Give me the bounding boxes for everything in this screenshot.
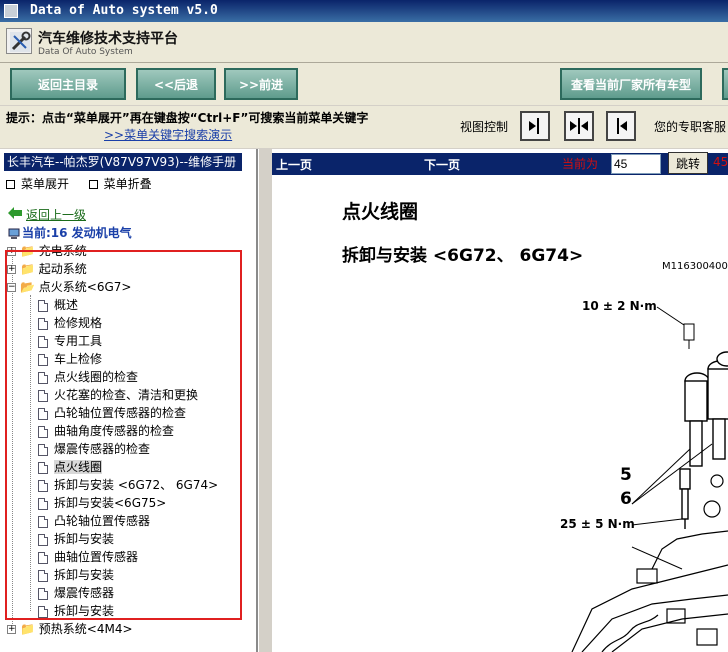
computer-icon (8, 228, 20, 239)
brand-subtitle: Data Of Auto System (38, 47, 133, 57)
current-section: 当前:16 发动机电气 (8, 224, 132, 241)
document-icon (38, 353, 48, 366)
green-back-arrow-icon (8, 207, 22, 219)
folder-starting[interactable]: + 📁 起动系统 (7, 260, 87, 278)
document-icon (38, 587, 48, 600)
document-icon (38, 425, 48, 438)
menu-collapse-link[interactable]: 菜单折叠 (104, 177, 152, 191)
document-icon (38, 443, 48, 456)
back-button[interactable]: <<后退 (136, 68, 216, 100)
open-folder-icon: 📂 (20, 280, 35, 294)
folder-icon: 📁 (20, 262, 35, 276)
home-button[interactable]: 返回主目录 (10, 68, 126, 100)
document-icon (38, 407, 48, 420)
tree-item[interactable]: 曲轴位置传感器 (38, 548, 138, 566)
tree-item[interactable]: 凸轮轴位置传感器的检查 (38, 404, 186, 422)
document-icon (38, 335, 48, 348)
prev-page-link[interactable]: 上一页 (276, 156, 312, 173)
document-icon (38, 515, 48, 528)
overflow-button[interactable] (722, 68, 728, 100)
brand-title: 汽车维修技术支持平台 (38, 31, 178, 47)
expand-plus-icon[interactable]: + (7, 625, 16, 634)
window-title-bar: Data of Auto system v5.0 (0, 0, 728, 22)
tree-item[interactable]: 拆卸与安装<6G75> (38, 494, 166, 512)
current-page-label: 当前为 (562, 157, 599, 171)
total-pages: 45 (713, 155, 728, 169)
document-icon (38, 551, 48, 564)
tree-item[interactable]: 爆震传感器的检查 (38, 440, 150, 458)
back-up-link[interactable]: 返回上一级 (8, 206, 86, 223)
collapse-square-icon (88, 180, 98, 189)
tree-item[interactable]: 车上检修 (38, 350, 102, 368)
tree-item[interactable]: 凸轮轴位置传感器 (38, 512, 150, 530)
tree-item[interactable]: 拆卸与安装 <6G72、 6G74> (38, 476, 218, 494)
forward-button[interactable]: >>前进 (224, 68, 298, 100)
tree-item[interactable]: 检修规格 (38, 314, 102, 332)
view-expand-left-button[interactable] (606, 111, 636, 141)
view-control-label: 视图控制 (460, 120, 509, 134)
menu-tree-pane: 长丰汽车--帕杰罗(V87V97V93)--维修手册 菜单展开 菜单折叠 返回上… (0, 149, 258, 652)
expand-plus-icon[interactable]: + (7, 247, 16, 256)
torque-top-label: 10 ± 2 N·m (582, 299, 657, 313)
page-title: 点火线圈 (342, 201, 419, 223)
menu-expand-link[interactable]: 菜单展开 (21, 177, 69, 191)
folder-icon: 📁 (20, 244, 35, 258)
arrow-left-icon (617, 118, 627, 134)
app-icon (4, 4, 18, 18)
document-icon (38, 371, 48, 384)
folder-icon: 📁 (20, 622, 35, 636)
document-icon (38, 605, 48, 618)
search-demo-link[interactable]: >>菜单关键字搜索演示 (104, 126, 232, 143)
main-toolbar: 返回主目录 <<后退 >>前进 查看当前厂家所有车型 (0, 63, 728, 105)
page-subtitle: 拆卸与安装 <6G72、 6G74> (342, 246, 584, 266)
callout-6: 6 (620, 489, 632, 509)
search-tip: 提示：点击“菜单展开”再在键盘按“Ctrl+F”可搜索当前菜单关键字 (6, 111, 369, 125)
torque-bottom-label: 25 ± 5 N·m (560, 517, 635, 531)
tree-item[interactable]: 曲轴角度传感器的检查 (38, 422, 174, 440)
wrench-logo-icon (6, 28, 32, 54)
folder-preheat[interactable]: + 📁 预热系统<4M4> (7, 620, 133, 638)
tree-item[interactable]: 火花塞的检查、清洁和更换 (38, 386, 198, 404)
document-icon (38, 389, 48, 402)
tree-item[interactable]: 拆卸与安装 (38, 566, 114, 584)
tree-item[interactable]: 拆卸与安装 (38, 602, 114, 620)
document-icon (38, 317, 48, 330)
next-page-link[interactable]: 下一页 (424, 156, 460, 173)
pane-splitter[interactable] (258, 149, 271, 652)
tree-item[interactable]: 概述 (38, 296, 78, 314)
brand-bar: 汽车维修技术支持平台 Data Of Auto System (0, 22, 728, 63)
expand-plus-icon[interactable]: + (7, 265, 16, 274)
folder-charging[interactable]: + 📁 充电系统 (7, 242, 87, 260)
jump-button[interactable]: 跳转 (668, 152, 708, 174)
menu-controls: 菜单展开 菜单折叠 (6, 175, 152, 192)
split-arrows-icon (570, 118, 588, 134)
collapse-minus-icon[interactable]: − (7, 283, 16, 292)
tree-item[interactable]: 点火线圈的检查 (38, 368, 138, 386)
callout-5: 5 (620, 465, 632, 485)
all-models-button[interactable]: 查看当前厂家所有车型 (560, 68, 702, 100)
page-number-input[interactable] (611, 154, 661, 174)
document-icon (38, 299, 48, 312)
document-icon (38, 497, 48, 510)
document-icon (38, 569, 48, 582)
folder-ignition[interactable]: − 📂 点火系统<6G7> (7, 278, 131, 296)
tree-item[interactable]: 拆卸与安装 (38, 530, 114, 548)
document-icon (38, 461, 48, 474)
customer-service-text: 您的专职客服 (654, 120, 727, 134)
manual-header: 长丰汽车--帕杰罗(V87V97V93)--维修手册 (4, 153, 242, 171)
document-icon (38, 479, 48, 492)
arrow-right-icon (529, 118, 539, 134)
ignition-coil-diagram (571, 306, 728, 652)
expand-square-icon (6, 180, 15, 189)
view-expand-right-button[interactable] (520, 111, 550, 141)
tip-bar: 提示：点击“菜单展开”再在键盘按“Ctrl+F”可搜索当前菜单关键字 >>菜单关… (0, 106, 728, 148)
tree-item-selected[interactable]: 点火线圈 (38, 458, 103, 476)
document-pane: 上一页 下一页 当前为 跳转 45 点火线圈 拆卸与安装 <6G72、 6G74… (272, 149, 728, 652)
view-split-button[interactable] (564, 111, 594, 141)
document-icon (38, 533, 48, 546)
tree-item[interactable]: 专用工具 (38, 332, 102, 350)
tree-item[interactable]: 爆震传感器 (38, 584, 114, 602)
window-title: Data of Auto system v5.0 (30, 3, 218, 18)
